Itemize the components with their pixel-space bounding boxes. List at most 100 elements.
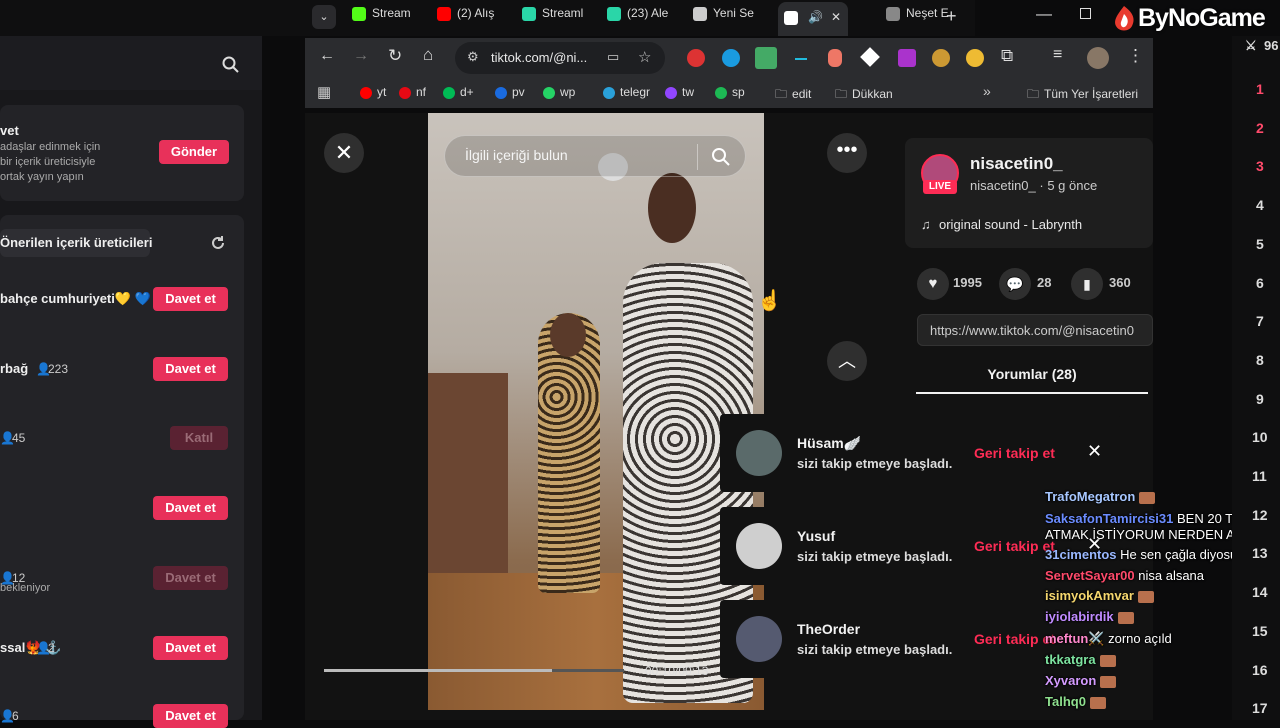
back-arrow-icon[interactable]: ← — [319, 47, 335, 65]
previous-video-button[interactable]: ︿ — [827, 341, 867, 381]
tab-close-icon[interactable]: ✕ — [831, 10, 841, 24]
creator-username[interactable]: nisacetin0_ — [970, 154, 1063, 174]
extension-icon[interactable] — [860, 47, 880, 67]
folder-icon: 🗀 — [775, 87, 788, 101]
bookmark-4[interactable]: wp — [543, 85, 575, 99]
chat-text: zorno açıld — [1104, 631, 1172, 646]
bookmark-3[interactable]: pv — [495, 85, 525, 99]
left-panel: — ✕ vet adaşlar edinmek için bir içerik … — [0, 0, 262, 728]
sound-name[interactable]: original sound - Labrynth — [939, 217, 1082, 232]
close-video-button[interactable]: ✕ — [324, 133, 364, 173]
follower-name[interactable]: Hüsam🪽 — [797, 435, 861, 452]
profile-avatar[interactable] — [1087, 47, 1109, 69]
bookmark-star-icon[interactable]: ☆ — [638, 48, 651, 66]
extension-icon[interactable] — [898, 49, 916, 67]
bookmark-2[interactable]: d+ — [443, 85, 474, 99]
puzzle-icon[interactable]: ⧉ — [1001, 46, 1013, 66]
rank-number: 13 — [1252, 545, 1268, 562]
media-icon[interactable]: ≡ — [1053, 46, 1062, 64]
window-maximize-button[interactable] — [1080, 8, 1091, 19]
tab-comments[interactable]: Yorumlar (28) — [916, 366, 1148, 394]
invite-desc: adaşlar edinmek için — [0, 141, 101, 153]
bookmark-6[interactable]: tw — [665, 85, 694, 99]
send-button[interactable]: Gönder — [159, 140, 229, 164]
invite-button[interactable]: Davet et — [153, 496, 228, 520]
rank-number: 9 — [1256, 390, 1264, 407]
kebab-menu-icon[interactable]: ⋮ — [1127, 46, 1144, 66]
overflow-chevron-icon[interactable]: » — [983, 83, 991, 99]
home-icon[interactable]: ⌂ — [423, 45, 433, 65]
tab-4[interactable]: Yeni Se — [693, 6, 773, 30]
tiktok-search-input[interactable]: İlgili içeriği bulun — [444, 135, 746, 177]
extension-icon[interactable] — [828, 49, 842, 67]
refresh-icon[interactable] — [210, 235, 226, 251]
chat-message: SaksafonTamircisi31 BEN 20 TL — [1045, 511, 1240, 526]
omnibox[interactable]: ⚙ tiktok.com/@ni... ▭ ☆ — [455, 42, 665, 74]
chat-username: Xyvaron — [1045, 673, 1097, 688]
site-info-icon[interactable]: ⚙ — [467, 49, 479, 65]
search-icon[interactable] — [222, 56, 240, 74]
cast-icon[interactable]: ▭ — [607, 49, 619, 65]
follow-back-button[interactable]: Geri takip et — [974, 631, 1055, 647]
more-options-icon[interactable]: ••• — [827, 133, 867, 173]
forward-arrow-icon[interactable]: → — [353, 47, 369, 65]
bookmark-favicon-icon — [665, 86, 677, 99]
speaker-icon[interactable]: 🔊 — [808, 10, 823, 24]
follow-back-button[interactable]: Geri takip et — [974, 445, 1055, 461]
bookmark-label: nf — [416, 85, 427, 99]
tab-favicon-icon — [886, 6, 900, 21]
like-icon[interactable]: ♥ — [917, 268, 949, 300]
chat-message: Xyvaron — [1045, 673, 1117, 688]
tab-5[interactable]: 🔊 ✕ — [778, 2, 848, 36]
share-url-field[interactable]: https://www.tiktok.com/@nisacetin0 — [917, 314, 1153, 346]
follower-avatar[interactable] — [736, 523, 782, 569]
extension-new-icon[interactable] — [755, 47, 777, 69]
tab-2[interactable]: Streaml — [522, 6, 602, 30]
comment-icon[interactable]: 💬 — [999, 268, 1031, 300]
apps-grid-icon[interactable]: ▦ — [317, 83, 331, 101]
share-url-text[interactable]: https://www.tiktok.com/@nisacetin0 — [930, 323, 1134, 338]
follower-avatar[interactable] — [736, 430, 782, 476]
adblock-icon[interactable] — [687, 49, 705, 67]
invite-button[interactable]: Davet et — [153, 636, 228, 660]
extension-icon[interactable] — [722, 49, 740, 67]
invite-button[interactable]: Davet et — [153, 287, 228, 311]
bookmark-favicon-icon — [603, 86, 615, 99]
follower-avatar[interactable] — [736, 616, 782, 662]
bookmark-10[interactable]: 🗀 Tüm Yer İşaretleri — [1027, 85, 1138, 106]
tab-1[interactable]: (2) Alış — [437, 6, 517, 30]
cookie-icon[interactable] — [932, 49, 950, 67]
video-player[interactable]: İlgili içeriği bulun — [428, 113, 764, 710]
tab-favicon-icon — [607, 6, 621, 21]
bookmark-8[interactable]: 🗀 edit — [775, 85, 811, 106]
follow-back-button[interactable]: Geri takip et — [974, 538, 1055, 554]
url-text[interactable]: tiktok.com/@ni... — [491, 50, 587, 65]
tab-0[interactable]: Stream — [352, 6, 432, 30]
chat-text: BEN 20 TL — [1173, 511, 1241, 526]
invite-button[interactable]: Davet et — [153, 704, 228, 728]
extension-icon[interactable] — [966, 49, 984, 67]
bookmark-icon[interactable]: ▮ — [1071, 268, 1103, 300]
progress-fill — [324, 669, 552, 672]
person-left-head — [550, 313, 586, 357]
bookmark-5[interactable]: telegr — [603, 85, 650, 99]
bookmark-7[interactable]: sp — [715, 85, 745, 99]
progress-bar[interactable] — [324, 669, 624, 672]
bookmark-1[interactable]: nf — [399, 85, 426, 99]
chat-username: meftun⚔️ — [1045, 631, 1105, 646]
tab-3[interactable]: (23) Ale — [607, 6, 687, 30]
window-minimize-button[interactable]: — — [1036, 6, 1052, 24]
bookmark-9[interactable]: 🗀 Dükkan — [835, 85, 893, 106]
new-tab-button[interactable]: + — [946, 6, 957, 27]
search-icon[interactable] — [711, 147, 731, 167]
extension-icon[interactable] — [795, 58, 807, 60]
tab-favicon-icon — [784, 10, 798, 25]
bookmark-0[interactable]: yt — [360, 85, 386, 99]
follower-name[interactable]: Yusuf — [797, 528, 835, 544]
bookmark-favicon-icon — [495, 86, 507, 99]
close-notification-icon[interactable]: ✕ — [1087, 441, 1102, 462]
tab-search-button[interactable]: ⌄ — [312, 5, 336, 29]
reload-icon[interactable]: ↻ — [388, 46, 402, 66]
follower-name[interactable]: TheOrder — [797, 621, 860, 637]
invite-button[interactable]: Davet et — [153, 357, 228, 381]
